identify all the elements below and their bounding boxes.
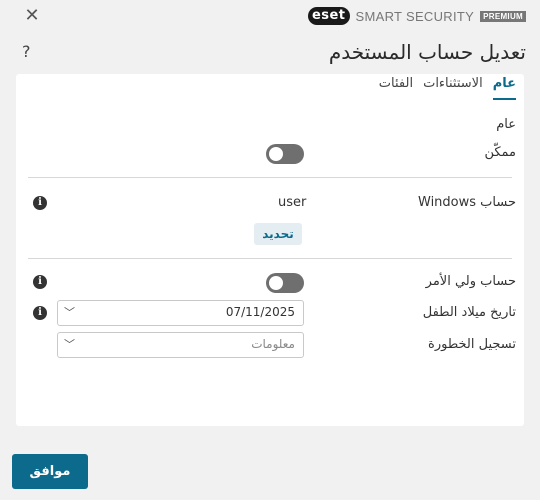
- toggle-knob: [269, 147, 283, 161]
- product-name: SMART SECURITY: [355, 8, 475, 24]
- risk-level-row: ﹀ معلومات تسجيل الخطورة: [16, 332, 524, 358]
- enabled-row: ممكّن: [16, 142, 524, 166]
- tab-general[interactable]: عام: [492, 76, 516, 100]
- child-birthdate-label: تاريخ ميلاد الطفل: [422, 305, 516, 320]
- parent-account-label: حساب ولي الأمر: [425, 274, 516, 289]
- title-bar: ✕ eset SMART SECURITY PREMIUM: [0, 0, 540, 32]
- page-title: تعديل حساب المستخدم: [328, 40, 526, 64]
- windows-account-row: i user حساب Windows: [16, 192, 524, 216]
- divider: [28, 258, 512, 259]
- product-brand: eset SMART SECURITY PREMIUM: [307, 7, 526, 25]
- info-icon[interactable]: i: [33, 275, 47, 289]
- tab-categories[interactable]: الفئات: [379, 76, 413, 100]
- settings-card: عام الاستثناءات الفئات عام ممكّن i user …: [16, 74, 524, 426]
- parent-account-toggle[interactable]: [266, 273, 304, 293]
- child-birthdate-row: i ﹀ 07/11/2025 تاريخ ميلاد الطفل: [16, 300, 524, 326]
- tab-bar: عام الاستثناءات الفئات: [379, 76, 516, 100]
- product-edition-badge: PREMIUM: [480, 10, 526, 22]
- general-section-row: عام: [16, 114, 524, 138]
- change-account-button[interactable]: تحديد: [254, 223, 302, 245]
- risk-level-value: معلومات: [251, 337, 295, 351]
- windows-account-label: حساب Windows: [418, 195, 516, 210]
- eset-logo: eset: [307, 7, 350, 25]
- child-birthdate-value: 07/11/2025: [225, 305, 295, 319]
- risk-level-select[interactable]: ﹀ معلومات: [57, 332, 304, 358]
- info-icon[interactable]: i: [33, 306, 47, 320]
- enabled-label: ممكّن: [484, 145, 516, 160]
- general-section-label: عام: [496, 117, 516, 132]
- tab-exceptions[interactable]: الاستثناءات: [423, 76, 483, 100]
- enabled-toggle[interactable]: [266, 144, 304, 164]
- parent-account-row: i حساب ولي الأمر: [16, 271, 524, 295]
- divider: [28, 177, 512, 178]
- chevron-down-icon: ﹀: [64, 338, 75, 351]
- windows-account-value: user: [278, 195, 307, 210]
- close-icon[interactable]: ✕: [24, 7, 40, 25]
- toggle-knob: [269, 276, 283, 290]
- ok-button[interactable]: موافق: [12, 454, 88, 489]
- help-icon[interactable]: ?: [22, 42, 31, 61]
- child-birthdate-picker[interactable]: ﹀ 07/11/2025: [57, 300, 304, 326]
- info-icon[interactable]: i: [33, 196, 47, 210]
- chevron-down-icon: ﹀: [64, 306, 75, 319]
- risk-level-label: تسجيل الخطورة: [428, 337, 516, 352]
